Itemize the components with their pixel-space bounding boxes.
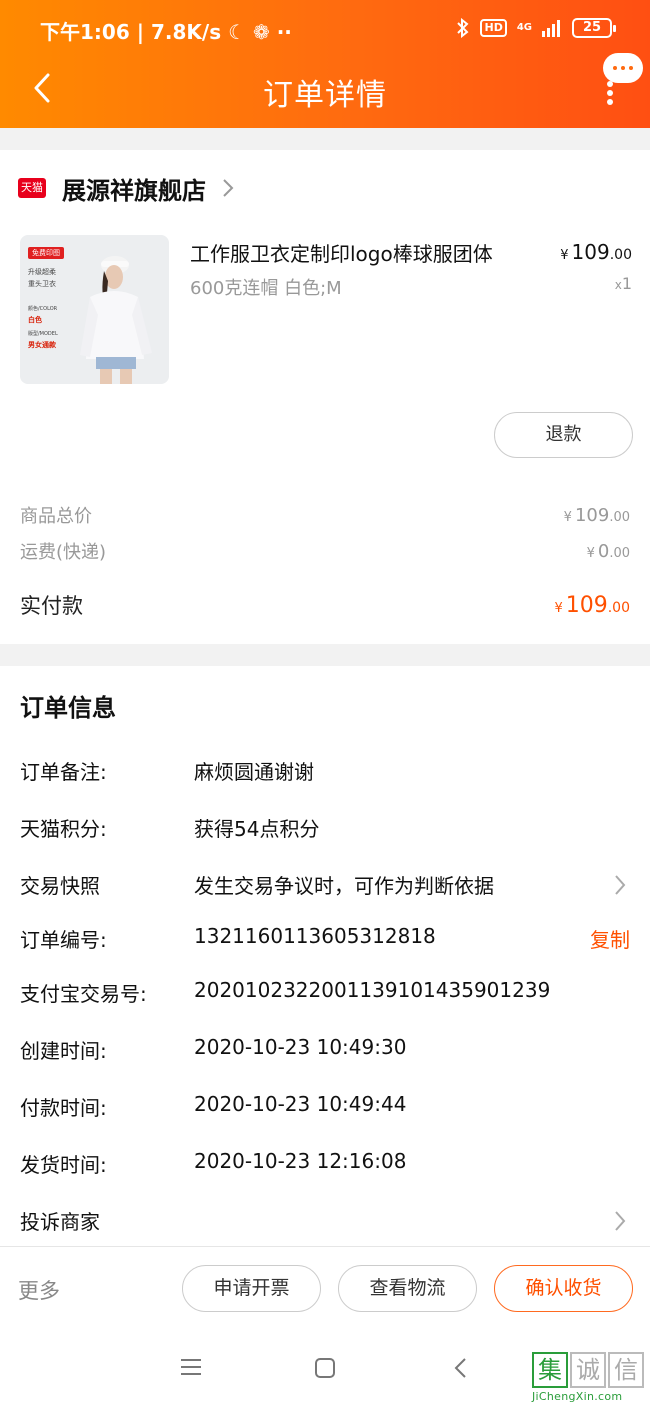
paid-value: ¥109.00: [554, 592, 630, 618]
product-spec: 600克连帽 白色;M: [190, 278, 342, 299]
info-value: 2020102322001139101435901239: [194, 978, 551, 1002]
order-info-title: 订单信息: [20, 694, 116, 722]
info-row-complain[interactable]: 投诉商家: [20, 1206, 630, 1236]
info-label: 订单编号:: [20, 928, 107, 952]
status-bar: 下午1:06 | 7.8K/s ☾ ❁ ·· HD 4G 25: [0, 0, 650, 60]
info-row-points: 天猫积分: 获得54点积分: [20, 813, 630, 843]
info-value: 发生交易争议时，可作为判断依据: [194, 874, 494, 898]
refund-button[interactable]: 退款: [494, 412, 633, 458]
info-row-remark: 订单备注: 麻烦圆通谢谢: [20, 756, 630, 786]
info-label: 交易快照: [20, 874, 100, 898]
product-title[interactable]: 工作服卫衣定制印logo棒球服团体: [190, 238, 493, 267]
goods-total-value: ¥109.00: [563, 504, 630, 526]
chevron-right-icon: [615, 1211, 626, 1231]
info-row-shipped-time: 发货时间: 2020-10-23 12:16:08: [20, 1149, 630, 1179]
paid-row: 实付款 ¥109.00: [20, 590, 630, 620]
status-time-speed: 下午1:06 | 7.8K/s ☾ ❁ ··: [40, 20, 292, 44]
info-row-paid-time: 付款时间: 2020-10-23 10:49:44: [20, 1092, 630, 1122]
home-square-icon[interactable]: [314, 1357, 336, 1379]
info-value: 获得54点积分: [194, 817, 320, 841]
shop-header[interactable]: 天猫 展源祥旗舰店: [18, 172, 234, 205]
invoice-button[interactable]: 申请开票: [182, 1265, 321, 1312]
watermark-logo: 集 诚 信 JiChengXin.com: [532, 1352, 650, 1408]
view-logistics-button[interactable]: 查看物流: [338, 1265, 477, 1312]
more-dots-icon[interactable]: [596, 80, 624, 106]
info-row-alipay-number: 支付宝交易号: 2020102322001139101435901239: [20, 978, 630, 1008]
product-quantity: x1: [614, 274, 632, 293]
tmall-logo-icon: 天猫: [18, 178, 46, 198]
info-label: 订单备注:: [20, 760, 107, 784]
info-label: 天猫积分:: [20, 817, 107, 841]
bluetooth-icon: [457, 18, 469, 38]
goods-total-row: 商品总价 ¥109.00: [20, 502, 630, 528]
battery-icon: 25: [572, 18, 616, 38]
info-value: 麻烦圆通谢谢: [194, 760, 314, 784]
order-info-card: 订单信息 订单备注: 麻烦圆通谢谢 天猫积分: 获得54点积分 交易快照 发生交…: [0, 666, 650, 1246]
info-label: 投诉商家: [20, 1210, 100, 1234]
info-value: 2020-10-23 12:16:08: [194, 1149, 407, 1173]
product-price: ¥109.00: [560, 240, 632, 264]
back-triangle-icon[interactable]: [452, 1357, 470, 1379]
watermark-url: JiChengXin.com: [532, 1390, 623, 1403]
copy-button[interactable]: 复制: [590, 924, 630, 953]
status-icons: HD 4G 25: [456, 18, 616, 38]
chevron-right-icon: [223, 179, 234, 197]
info-row-order-number: 订单编号: 1321160113605312818 复制: [20, 924, 630, 954]
info-row-snapshot[interactable]: 交易快照 发生交易争议时，可作为判断依据: [20, 870, 630, 900]
model-figure: [80, 256, 152, 384]
signal-icon: [542, 20, 560, 37]
info-value: 1321160113605312818: [194, 924, 436, 948]
info-value: 2020-10-23 10:49:44: [194, 1092, 407, 1116]
info-row-created-time: 创建时间: 2020-10-23 10:49:30: [20, 1035, 630, 1065]
watermark-char: 诚: [570, 1352, 606, 1388]
paid-label: 实付款: [20, 594, 83, 618]
chat-bubble-icon[interactable]: [603, 53, 643, 83]
order-product-card: 天猫 展源祥旗舰店 免费印图 升级超柔 重头卫衣 颜色/COLOR 白色 版型/…: [0, 150, 650, 644]
menu-icon[interactable]: [180, 1357, 202, 1377]
more-button[interactable]: 更多: [18, 1275, 60, 1305]
chevron-right-icon: [615, 875, 626, 895]
product-image[interactable]: 免费印图 升级超柔 重头卫衣 颜色/COLOR 白色 版型/MODEL 男女通款: [20, 235, 169, 384]
info-label: 支付宝交易号:: [20, 982, 147, 1006]
shipping-row: 运费(快递) ¥0.00: [20, 538, 630, 564]
shipping-value: ¥0.00: [586, 540, 630, 562]
info-value: 2020-10-23 10:49:30: [194, 1035, 407, 1059]
network-label: 4G: [516, 22, 532, 33]
header-bar: 下午1:06 | 7.8K/s ☾ ❁ ·· HD 4G 25 订单详情: [0, 0, 650, 128]
page-title: 订单详情: [263, 78, 387, 113]
bottom-action-bar: 更多 申请开票 查看物流 确认收货: [0, 1246, 650, 1331]
info-label: 发货时间:: [20, 1153, 107, 1177]
info-label: 付款时间:: [20, 1096, 107, 1120]
watermark-char: 集: [532, 1352, 568, 1388]
hd-badge: HD: [480, 19, 507, 37]
goods-total-label: 商品总价: [20, 506, 92, 527]
confirm-receipt-button[interactable]: 确认收货: [494, 1265, 633, 1312]
watermark-char: 信: [608, 1352, 644, 1388]
shipping-label: 运费(快递): [20, 542, 107, 563]
info-label: 创建时间:: [20, 1039, 107, 1063]
shop-name: 展源祥旗舰店: [62, 176, 206, 205]
